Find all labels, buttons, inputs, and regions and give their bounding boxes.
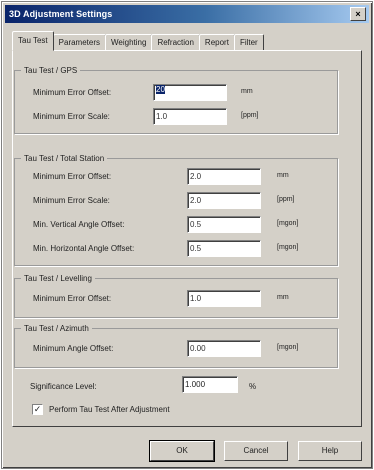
close-button[interactable]: × — [350, 7, 366, 21]
lev-min-error-offset-unit: mm — [277, 294, 289, 301]
ts-min-error-scale-unit: [ppm] — [277, 196, 295, 203]
levelling-group-title: Tau Test / Levelling — [21, 273, 95, 284]
gps-min-error-offset-label: Minimum Error Offset: — [33, 88, 112, 97]
ts-min-horizontal-angle-offset-input[interactable]: 0.5 — [187, 240, 261, 257]
significance-level-unit: % — [249, 382, 257, 391]
az-min-angle-offset-row: Minimum Angle Offset: 0.00 [mgon] — [15, 339, 337, 359]
az-min-angle-offset-unit: [mgon] — [277, 344, 299, 351]
azimuth-group-title: Tau Test / Azimuth — [21, 323, 92, 334]
window-title: 3D Adjustment Settings — [9, 9, 113, 19]
lev-min-error-offset-row: Minimum Error Offset: 1.0 mm — [15, 289, 337, 309]
ts-min-error-offset-label: Minimum Error Offset: — [33, 172, 112, 181]
ts-min-horizontal-angle-offset-label: Min. Horizontal Angle Offset: — [33, 244, 135, 253]
ts-min-error-scale-label: Minimum Error Scale: — [33, 196, 110, 205]
tab-strip: Tau Test Parameters Weighting Refraction… — [12, 31, 264, 51]
gps-min-error-offset-row: Minimum Error Offset: 20 mm — [15, 83, 337, 103]
gps-min-error-scale-input[interactable]: 1.0 — [153, 108, 227, 125]
ts-min-error-scale-input[interactable]: 2.0 — [187, 192, 261, 209]
settings-dialog: 3D Adjustment Settings × Tau Test Parame… — [1, 1, 373, 469]
tab-report[interactable]: Report — [198, 34, 235, 51]
azimuth-group: Tau Test / Azimuth Minimum Angle Offset:… — [14, 323, 338, 368]
perform-tau-test-label: Perform Tau Test After Adjustment — [49, 405, 170, 414]
gps-min-error-offset-unit: mm — [241, 88, 253, 95]
ts-min-error-offset-row: Minimum Error Offset: 2.0 mm — [15, 167, 337, 187]
tab-weighting[interactable]: Weighting — [105, 34, 153, 51]
levelling-group: Tau Test / Levelling Minimum Error Offse… — [14, 273, 338, 318]
az-min-angle-offset-label: Minimum Angle Offset: — [33, 344, 114, 353]
lev-min-error-offset-input[interactable]: 1.0 — [187, 290, 261, 307]
ts-min-horizontal-angle-offset-row: Min. Horizontal Angle Offset: 0.5 [mgon] — [15, 239, 337, 259]
tab-parameters[interactable]: Parameters — [52, 34, 107, 51]
gps-min-error-scale-unit: [ppm] — [241, 112, 259, 119]
tab-filter[interactable]: Filter — [233, 34, 264, 51]
gps-group: Tau Test / GPS Minimum Error Offset: 20 … — [14, 65, 338, 134]
total-station-group: Tau Test / Total Station Minimum Error O… — [14, 153, 338, 266]
az-min-angle-offset-input[interactable]: 0.00 — [187, 340, 261, 357]
gps-group-title: Tau Test / GPS — [21, 65, 81, 76]
gps-min-error-scale-row: Minimum Error Scale: 1.0 [ppm] — [15, 107, 337, 127]
significance-level-input[interactable]: 1.000 — [182, 376, 238, 393]
ts-min-error-scale-row: Minimum Error Scale: 2.0 [ppm] — [15, 191, 337, 211]
ts-min-vertical-angle-offset-label: Min. Vertical Angle Offset: — [33, 220, 125, 229]
tab-refraction[interactable]: Refraction — [151, 34, 200, 51]
gps-min-error-offset-input[interactable]: 20 — [153, 84, 227, 101]
ts-min-horizontal-angle-offset-unit: [mgon] — [277, 244, 299, 251]
tab-tau-test[interactable]: Tau Test — [12, 31, 54, 51]
gps-min-error-scale-label: Minimum Error Scale: — [33, 112, 110, 121]
lev-min-error-offset-label: Minimum Error Offset: — [33, 294, 112, 303]
ts-min-vertical-angle-offset-row: Min. Vertical Angle Offset: 0.5 [mgon] — [15, 215, 337, 235]
total-station-group-title: Tau Test / Total Station — [21, 153, 108, 164]
help-button[interactable]: Help — [298, 441, 362, 461]
ts-min-error-offset-input[interactable]: 2.0 — [187, 168, 261, 185]
significance-level-label: Significance Level: — [30, 382, 97, 391]
cancel-button[interactable]: Cancel — [224, 441, 288, 461]
ts-min-vertical-angle-offset-unit: [mgon] — [277, 220, 299, 227]
perform-tau-test-checkbox[interactable]: ✓ — [32, 404, 43, 415]
title-bar[interactable]: 3D Adjustment Settings × — [5, 5, 369, 23]
perform-tau-test-option[interactable]: ✓ Perform Tau Test After Adjustment — [32, 404, 170, 415]
ts-min-vertical-angle-offset-input[interactable]: 0.5 — [187, 216, 261, 233]
ts-min-error-offset-unit: mm — [277, 172, 289, 179]
ok-button[interactable]: OK — [149, 440, 215, 462]
